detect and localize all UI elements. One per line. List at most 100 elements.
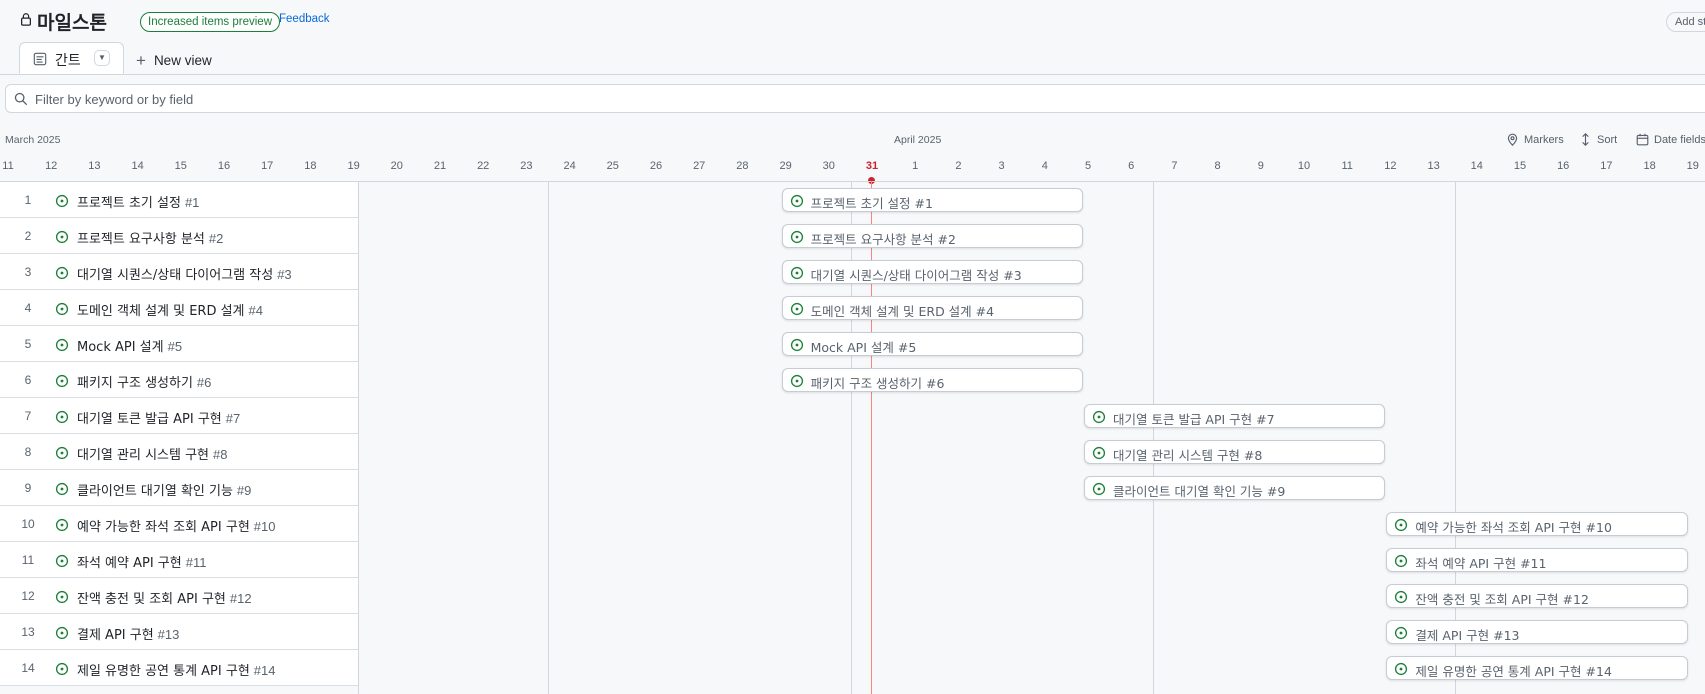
filter-bar[interactable]: Filter by keyword or by field [5,84,1705,113]
day-label: 29 [779,160,792,172]
table-row[interactable]: 8 대기열 관리 시스템 구현 #8 [0,434,358,470]
table-row[interactable]: 5 Mock API 설계 #5 [0,326,358,362]
issue-title[interactable]: 결제 API 구현 #13 [77,624,179,643]
issue-opened-icon [55,662,69,676]
gantt-bar[interactable]: 대기열 관리 시스템 구현 #8 [1084,440,1386,464]
chevron-down-icon: ▼ [98,53,106,62]
sort-button[interactable]: Sort [1579,133,1617,146]
issue-title[interactable]: 대기열 관리 시스템 구현 #8 [77,444,227,463]
issue-title-text: 대기열 관리 시스템 구현 [77,448,209,463]
search-icon [14,92,28,106]
table-row[interactable]: 9 클라이언트 대기열 확인 기능 #9 [0,470,358,506]
plus-icon: + [136,51,146,70]
issue-title-text: 잔액 충전 및 조회 API 구현 [77,592,226,607]
new-view-button[interactable]: + New view [136,50,212,70]
issue-title[interactable]: 좌석 예약 API 구현 #11 [77,552,206,571]
table-row[interactable]: 2 프로젝트 요구사항 분석 #2 [0,218,358,254]
gantt-bar[interactable]: 패키지 구조 생성하기 #6 [781,368,1083,392]
issue-title[interactable]: 잔액 충전 및 조회 API 구현 #12 [77,588,252,607]
issue-opened-icon [55,374,69,388]
issue-opened-icon [55,194,69,208]
gantt-bar[interactable]: 예약 가능한 좌석 조회 API 구현 #10 [1386,512,1688,536]
preview-badge[interactable]: Increased items preview [140,12,280,32]
gantt-bar-label: 대기열 시퀀스/상태 다이어그램 작성 #3 [811,265,1022,284]
gantt-bar-title: 패키지 구조 생성하기 [810,376,923,391]
issue-opened-icon [55,482,69,496]
gantt-bar[interactable]: 프로젝트 요구사항 분석 #2 [781,224,1083,248]
gantt-bar[interactable]: 잔액 충전 및 조회 API 구현 #12 [1386,584,1688,608]
gantt-bar-number: #12 [1562,592,1589,607]
filter-input[interactable]: Filter by keyword or by field [35,92,193,107]
gantt-bar-label: 프로젝트 초기 설정 #1 [811,193,933,212]
issue-title[interactable]: 프로젝트 초기 설정 #1 [77,192,199,211]
table-row[interactable]: 3 대기열 시퀀스/상태 다이어그램 작성 #3 [0,254,358,290]
gantt-bar[interactable]: 도메인 객체 설계 및 ERD 설계 #4 [781,296,1083,320]
gantt-bar-number: #11 [1520,556,1547,571]
table-row[interactable]: 4 도메인 객체 설계 및 ERD 설계 #4 [0,290,358,326]
day-label: 5 [1084,160,1092,172]
gantt-bar[interactable]: 클라이언트 대기열 확인 기능 #9 [1084,476,1386,500]
issue-title[interactable]: 패키지 구조 생성하기 #6 [77,372,211,391]
issue-opened-icon [790,338,803,352]
issue-title-text: 결제 API 구현 [77,628,154,643]
table-row[interactable]: 7 대기열 토큰 발급 API 구현 #7 [0,398,358,434]
date-fields-button[interactable]: Date fields [1636,133,1705,146]
row-number: 8 [24,445,32,459]
issue-title[interactable]: 도메인 객체 설계 및 ERD 설계 #4 [77,300,263,319]
gantt-bar[interactable]: 대기열 시퀀스/상태 다이어그램 작성 #3 [781,260,1083,284]
issue-opened-icon [1395,662,1408,676]
issue-opened-icon [55,338,69,352]
feedback-link[interactable]: Feedback [279,13,330,25]
gantt-bar[interactable]: 프로젝트 초기 설정 #1 [781,188,1083,212]
view-options-button[interactable]: ▼ [94,50,110,66]
issue-title[interactable]: 프로젝트 요구사항 분석 #2 [77,228,223,247]
gantt-bar-label: 프로젝트 요구사항 분석 #2 [811,229,956,248]
gantt-bar[interactable]: Mock API 설계 #5 [781,332,1083,356]
issue-number: #1 [184,195,200,210]
issue-number: #14 [253,663,276,678]
day-label: 10 [1297,160,1311,172]
gantt-bar[interactable]: 대기열 토큰 발급 API 구현 #7 [1084,404,1386,428]
new-view-label: New view [153,53,212,68]
project-header: 마일스톤 Increased items preview Feedback Ad… [0,0,1705,42]
issue-title[interactable]: 대기열 토큰 발급 API 구현 #7 [77,408,240,427]
gantt-bar-title: 프로젝트 요구사항 분석 [810,232,934,247]
issue-number: #10 [253,519,276,534]
day-label: 16 [217,160,231,172]
project-title[interactable]: 마일스톤 [37,8,107,35]
issue-title-text: 대기열 시퀀스/상태 다이어그램 작성 [77,268,274,283]
gantt-bar[interactable]: 결제 API 구현 #13 [1386,620,1688,644]
table-row[interactable]: 6 패키지 구조 생성하기 #6 [0,362,358,398]
markers-button[interactable]: Markers [1506,133,1564,146]
issue-number: #6 [196,375,212,390]
day-label: 25 [606,160,619,172]
day-label: 21 [433,160,447,172]
gantt-bar-title: 결제 API 구현 [1415,628,1490,643]
day-label: 19 [347,160,360,172]
table-row[interactable]: 14 제일 유명한 공연 통계 API 구현 #14 [0,650,358,686]
day-label: 11 [2,160,14,172]
issue-title[interactable]: 대기열 시퀀스/상태 다이어그램 작성 #3 [77,264,292,283]
issue-title[interactable]: 예약 가능한 좌석 조회 API 구현 #10 [77,516,276,535]
table-row[interactable]: 10 예약 가능한 좌석 조회 API 구현 #10 [0,506,358,542]
issue-title[interactable]: 제일 유명한 공연 통계 API 구현 #14 [77,660,276,679]
week-divider [851,181,852,694]
table-row[interactable]: 11 좌석 예약 API 구현 #11 [0,542,358,578]
gantt-bar-title: 잔액 충전 및 조회 API 구현 [1415,592,1559,607]
tab-gantt[interactable]: 간트 ▼ [19,42,124,74]
day-label: 31 [865,160,879,172]
add-status-button[interactable]: Add st [1666,12,1705,32]
table-row[interactable]: 12 잔액 충전 및 조회 API 구현 #12 [0,578,358,614]
issue-title[interactable]: Mock API 설계 #5 [77,336,182,355]
gantt-bar-number: #8 [1243,448,1263,463]
table-row[interactable]: 13 결제 API 구현 #13 [0,614,358,650]
table-divider[interactable] [358,181,359,694]
gantt-bar[interactable]: 제일 유명한 공연 통계 API 구현 #14 [1386,656,1688,680]
gantt-bar[interactable]: 좌석 예약 API 구현 #11 [1386,548,1688,572]
issue-title[interactable]: 클라이언트 대기열 확인 기능 #9 [77,480,251,499]
gantt-bar-label: 예약 가능한 좌석 조회 API 구현 #10 [1415,517,1612,536]
gantt-bar-label: Mock API 설계 #5 [811,337,917,356]
table-row[interactable]: 1 프로젝트 초기 설정 #1 [0,182,358,218]
issue-number: #5 [167,339,183,354]
issue-title-text: 대기열 토큰 발급 API 구현 [77,412,222,427]
